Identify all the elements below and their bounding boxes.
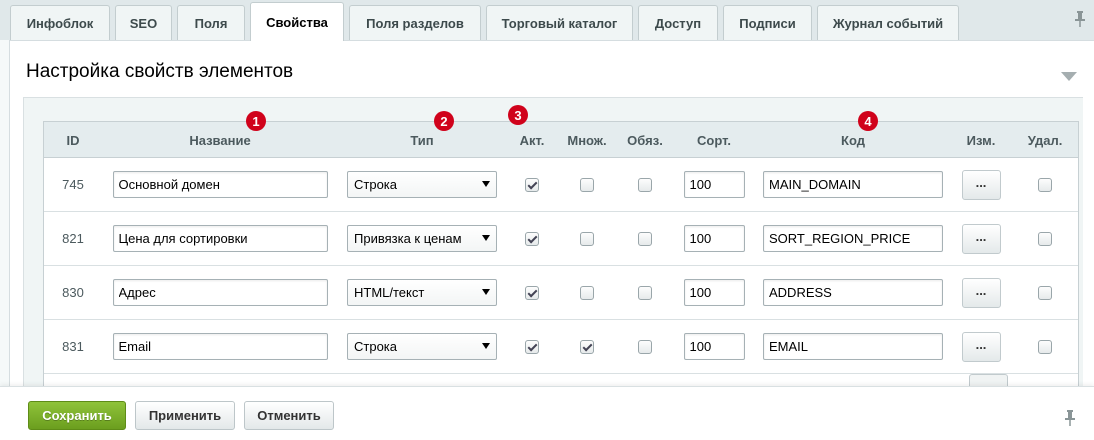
multiple-checkbox[interactable]: [580, 339, 594, 354]
table-row: 830 HTML/текст...: [44, 266, 1078, 320]
multiple-checkbox[interactable]: [580, 177, 594, 192]
property-code-input[interactable]: [763, 225, 943, 252]
active-checkbox[interactable]: [525, 177, 539, 192]
delete-checkbox[interactable]: [1038, 231, 1052, 246]
dropdown-arrow-icon: [482, 181, 490, 187]
property-type-select[interactable]: Строка: [347, 171, 497, 198]
property-sort-input[interactable]: [683, 279, 745, 306]
property-sort-input[interactable]: [683, 225, 745, 252]
edit-property-button[interactable]: ...: [961, 277, 1001, 308]
property-type-value: Привязка к ценам: [354, 231, 462, 246]
table-row: 821 Привязка к ценам...: [44, 212, 1078, 266]
property-code-input[interactable]: [763, 171, 943, 198]
header-edit: Изм.: [966, 132, 996, 148]
required-checkbox[interactable]: [638, 285, 652, 300]
property-type-select[interactable]: HTML/текст: [347, 279, 497, 306]
marker-4: 4: [858, 111, 878, 131]
header-required: Обяз.: [627, 132, 663, 148]
table-row: 745 Строка...: [44, 158, 1078, 212]
action-bar: Сохранить Применить Отменить: [0, 386, 1094, 440]
properties-table: ID Название Тип Акт. Множ. Обяз. Сорт. К…: [43, 121, 1079, 388]
marker-1: 1: [246, 111, 266, 131]
header-sort: Сорт.: [697, 132, 731, 148]
property-id: 821: [62, 231, 84, 246]
header-code: Код: [841, 132, 865, 148]
property-name-input[interactable]: [112, 279, 328, 306]
dropdown-arrow-icon: [482, 289, 490, 295]
property-type-value: Строка: [354, 339, 398, 354]
dropdown-arrow-icon: [482, 235, 490, 241]
header-name: Название: [189, 132, 251, 148]
property-name-input[interactable]: [112, 171, 328, 198]
multiple-checkbox[interactable]: [580, 285, 594, 300]
tab-bar: Инфоблок SEO Поля Свойства Поля разделов…: [0, 0, 1094, 41]
active-checkbox[interactable]: [525, 339, 539, 354]
properties-panel: Настройка свойств элементов ID Название …: [9, 40, 1094, 388]
edit-property-button[interactable]: ...: [961, 223, 1001, 254]
property-sort-input[interactable]: [683, 333, 745, 360]
header-active: Акт.: [519, 132, 545, 148]
property-name-input[interactable]: [112, 333, 328, 360]
pin-icon[interactable]: [1062, 410, 1078, 426]
property-id: 830: [62, 285, 84, 300]
header-delete: Удал.: [1027, 132, 1063, 148]
delete-checkbox[interactable]: [1038, 177, 1052, 192]
collapse-triangle-icon[interactable]: [1061, 69, 1077, 81]
properties-container: ID Название Тип Акт. Множ. Обяз. Сорт. К…: [23, 97, 1083, 388]
header-id: ID: [66, 132, 80, 148]
tab-event-log[interactable]: Журнал событий: [817, 5, 959, 40]
apply-button[interactable]: Применить: [135, 401, 235, 430]
header-multiple: Множ.: [567, 132, 607, 148]
property-sort-input[interactable]: [683, 171, 745, 198]
tab-captions[interactable]: Подписи: [723, 5, 812, 40]
tab-trade-catalog[interactable]: Торговый каталог: [486, 5, 633, 40]
edit-property-button[interactable]: ...: [961, 169, 1001, 200]
pin-icon[interactable]: [1072, 11, 1088, 27]
marker-2: 2: [434, 111, 454, 131]
dropdown-arrow-icon: [482, 343, 490, 349]
delete-checkbox[interactable]: [1038, 285, 1052, 300]
section-title: Настройка свойств элементов: [26, 61, 294, 82]
edit-property-button[interactable]: ...: [961, 331, 1001, 362]
property-type-select[interactable]: Строка: [347, 333, 497, 360]
property-id: 745: [62, 177, 84, 192]
property-type-value: Строка: [354, 177, 398, 192]
property-code-input[interactable]: [763, 333, 943, 360]
required-checkbox[interactable]: [638, 339, 652, 354]
property-code-input[interactable]: [763, 279, 943, 306]
tab-infoblock[interactable]: Инфоблок: [10, 5, 110, 40]
active-checkbox[interactable]: [525, 285, 539, 300]
header-type: Тип: [410, 132, 434, 148]
cancel-button[interactable]: Отменить: [244, 401, 334, 430]
tab-fields[interactable]: Поля: [177, 5, 245, 40]
property-type-select[interactable]: Привязка к ценам: [347, 225, 497, 252]
delete-checkbox[interactable]: [1038, 339, 1052, 354]
property-name-input[interactable]: [112, 225, 328, 252]
table-header: ID Название Тип Акт. Множ. Обяз. Сорт. К…: [44, 122, 1078, 158]
marker-3: 3: [508, 105, 528, 125]
tab-properties[interactable]: Свойства: [250, 2, 344, 41]
tab-access[interactable]: Доступ: [638, 5, 718, 40]
required-checkbox[interactable]: [638, 231, 652, 246]
tab-seo[interactable]: SEO: [115, 5, 172, 40]
tab-section-fields[interactable]: Поля разделов: [349, 5, 481, 40]
property-type-value: HTML/текст: [354, 285, 425, 300]
save-button[interactable]: Сохранить: [28, 401, 126, 430]
required-checkbox[interactable]: [638, 177, 652, 192]
table-row: 831 Строка...: [44, 320, 1078, 374]
property-id: 831: [62, 339, 84, 354]
active-checkbox[interactable]: [525, 231, 539, 246]
multiple-checkbox[interactable]: [580, 231, 594, 246]
